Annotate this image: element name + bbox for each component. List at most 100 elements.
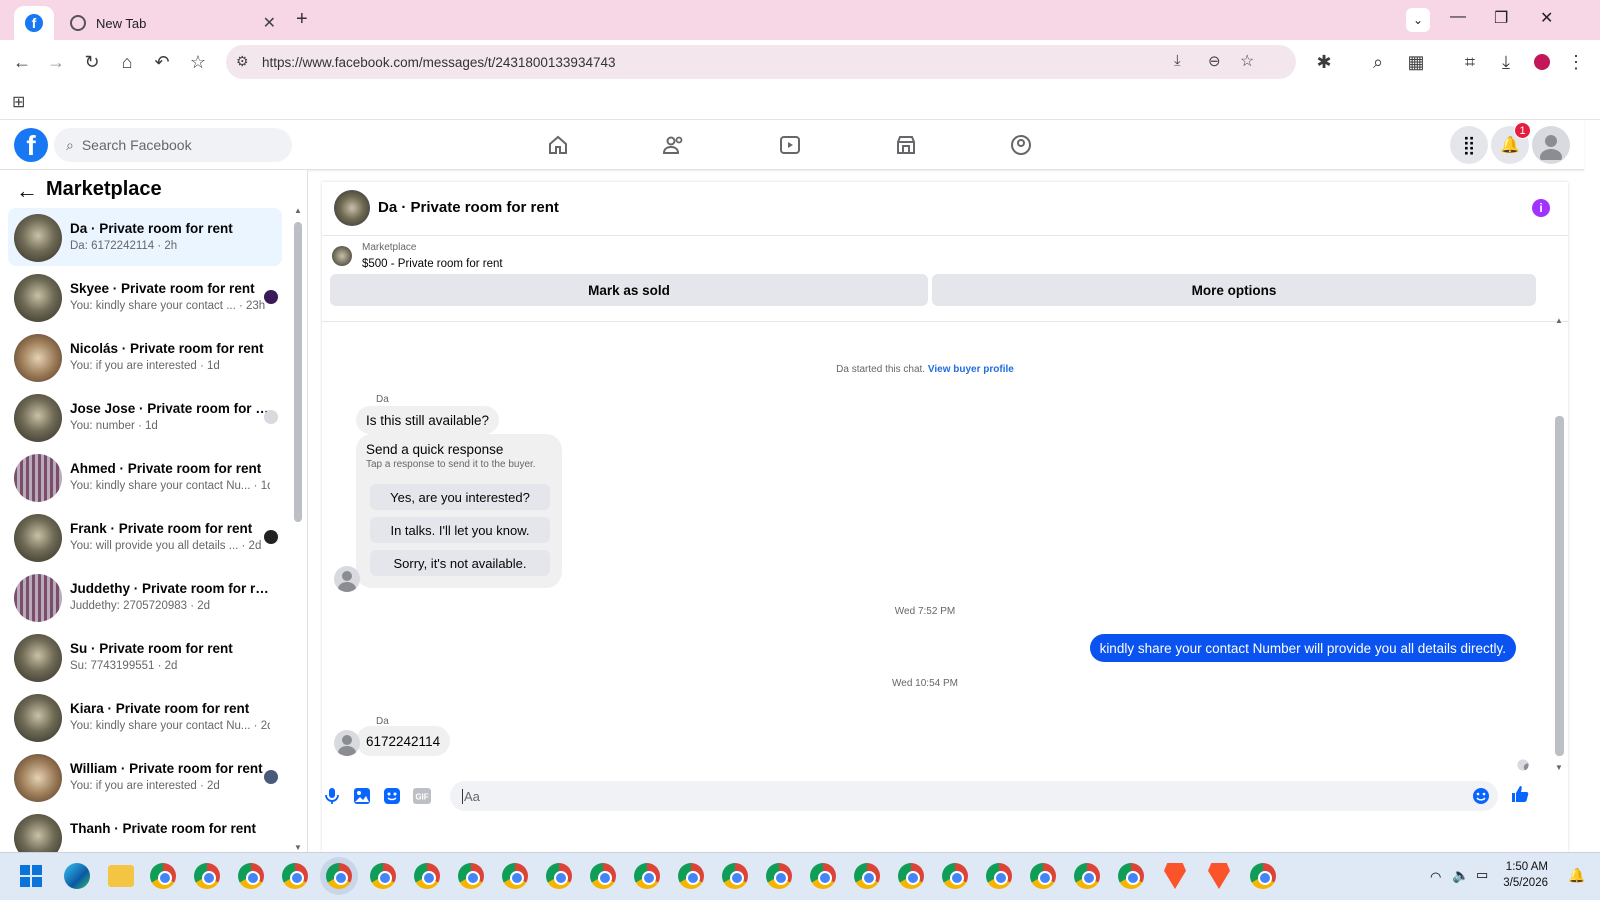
- tab-search-chevron-icon[interactable]: ⌄: [1406, 8, 1430, 32]
- star-icon[interactable]: ☆: [1240, 51, 1254, 71]
- conversation-item[interactable]: Frank · Private room for rent You: will …: [8, 508, 282, 566]
- chrome-icon[interactable]: [722, 863, 748, 889]
- crop-icon[interactable]: ⌗: [1458, 50, 1482, 74]
- qr-code-icon[interactable]: ▦: [1404, 50, 1428, 74]
- download-icon[interactable]: ⤓: [1494, 50, 1518, 74]
- scrollbar-thumb[interactable]: [1555, 416, 1564, 756]
- quick-response-option[interactable]: Yes, are you interested?: [370, 484, 550, 510]
- file-explorer-icon[interactable]: [108, 865, 134, 887]
- menu-grid-button[interactable]: ⣿: [1450, 126, 1488, 164]
- conversation-item[interactable]: Da · Private room for rent Da: 617224211…: [8, 208, 282, 266]
- marketplace-icon[interactable]: [891, 130, 921, 160]
- emoji-icon[interactable]: [1472, 787, 1490, 808]
- scroll-down-icon[interactable]: ▼: [1555, 763, 1563, 772]
- listing-title[interactable]: $500 - Private room for rent: [362, 258, 503, 270]
- chrome-icon[interactable]: [986, 863, 1012, 889]
- view-buyer-profile-link[interactable]: View buyer profile: [928, 364, 1014, 375]
- quick-response-option[interactable]: In talks. I'll let you know.: [370, 517, 550, 543]
- apps-grid-icon[interactable]: ⊞: [12, 92, 25, 112]
- info-icon[interactable]: i: [1532, 199, 1550, 217]
- scroll-up-icon[interactable]: ▲: [1555, 316, 1563, 325]
- zoom-icon[interactable]: ⊖: [1208, 52, 1221, 70]
- avatar[interactable]: [334, 190, 370, 226]
- install-app-icon[interactable]: ⤓: [1174, 52, 1181, 69]
- conversation-item[interactable]: Nicolás · Private room for rent You: if …: [8, 328, 282, 386]
- chrome-icon[interactable]: [326, 863, 352, 889]
- quick-response-option[interactable]: Sorry, it's not available.: [370, 550, 550, 576]
- microphone-icon[interactable]: [322, 786, 342, 806]
- chrome-icon[interactable]: [1250, 863, 1276, 889]
- brave-icon[interactable]: [1208, 863, 1230, 889]
- menu-icon[interactable]: ⋮: [1564, 50, 1588, 74]
- notifications-bell-icon[interactable]: 🔔: [1568, 867, 1585, 884]
- facebook-logo-icon[interactable]: f: [14, 128, 48, 162]
- chrome-icon[interactable]: [414, 863, 440, 889]
- chrome-icon[interactable]: [194, 863, 220, 889]
- extensions-icon[interactable]: ✱: [1312, 50, 1336, 74]
- chrome-icon[interactable]: [370, 863, 396, 889]
- sticker-icon[interactable]: [382, 786, 402, 806]
- chrome-icon[interactable]: [810, 863, 836, 889]
- conversation-item[interactable]: William · Private room for rent You: if …: [8, 748, 282, 806]
- volume-icon[interactable]: 🔈: [1452, 867, 1469, 884]
- undo-icon[interactable]: ↶: [150, 50, 174, 74]
- tab-new-tab[interactable]: New Tab ✕: [60, 6, 286, 40]
- conversation-item[interactable]: Thanh · Private room for rent: [8, 808, 282, 852]
- minimize-button[interactable]: —: [1450, 8, 1466, 26]
- chrome-icon[interactable]: [1118, 863, 1144, 889]
- reload-icon[interactable]: ↻: [80, 50, 104, 74]
- conversation-item[interactable]: Su · Private room for rent Su: 774319955…: [8, 628, 282, 686]
- chrome-icon[interactable]: [238, 863, 264, 889]
- wifi-icon[interactable]: ◠: [1430, 869, 1441, 885]
- account-avatar[interactable]: [1532, 126, 1570, 164]
- search-input[interactable]: ⌕ Search Facebook: [54, 128, 292, 162]
- sidebar-scrollbar[interactable]: ▲ ▼: [292, 206, 304, 852]
- chrome-icon[interactable]: [942, 863, 968, 889]
- chrome-icon[interactable]: [766, 863, 792, 889]
- close-window-button[interactable]: ✕: [1540, 8, 1553, 28]
- conversation-item[interactable]: Kiara · Private room for rent You: kindl…: [8, 688, 282, 746]
- profile-icon[interactable]: [1530, 50, 1554, 74]
- scroll-down-icon[interactable]: ▼: [294, 843, 302, 852]
- address-bar[interactable]: ⚙ https://www.facebook.com/messages/t/24…: [226, 45, 1296, 79]
- chrome-icon[interactable]: [678, 863, 704, 889]
- back-icon[interactable]: ←: [10, 50, 34, 74]
- site-info-icon[interactable]: ⚙: [236, 53, 249, 70]
- gif-icon[interactable]: GIF: [412, 786, 432, 806]
- chrome-icon[interactable]: [458, 863, 484, 889]
- new-tab-button[interactable]: +: [296, 8, 308, 31]
- windows-start-icon[interactable]: [20, 865, 42, 892]
- chrome-icon[interactable]: [150, 863, 176, 889]
- chrome-icon[interactable]: [854, 863, 880, 889]
- tab-facebook[interactable]: f: [14, 6, 54, 40]
- forward-icon[interactable]: →: [44, 50, 68, 74]
- conversation-item[interactable]: Jose Jose · Private room for r... You: n…: [8, 388, 282, 446]
- back-arrow-icon[interactable]: ←: [16, 178, 38, 204]
- close-tab-icon[interactable]: ✕: [263, 13, 276, 33]
- restore-button[interactable]: ❐: [1494, 8, 1508, 28]
- friends-icon[interactable]: [659, 130, 689, 160]
- home-icon[interactable]: [543, 130, 573, 160]
- chrome-icon[interactable]: [634, 863, 660, 889]
- more-options-button[interactable]: More options: [932, 274, 1536, 306]
- mark-as-sold-button[interactable]: Mark as sold: [330, 274, 928, 306]
- chat-scrollbar[interactable]: ▲ ▼: [1552, 316, 1566, 772]
- chrome-icon[interactable]: [502, 863, 528, 889]
- chrome-icon[interactable]: [1074, 863, 1100, 889]
- brave-icon[interactable]: [1164, 863, 1186, 889]
- chrome-icon[interactable]: [590, 863, 616, 889]
- search-icon[interactable]: ⌕: [1366, 50, 1390, 74]
- home-icon[interactable]: ⌂: [115, 50, 139, 74]
- chrome-icon[interactable]: [1030, 863, 1056, 889]
- conversation-item[interactable]: Skyee · Private room for rent You: kindl…: [8, 268, 282, 326]
- chrome-icon[interactable]: [546, 863, 572, 889]
- photo-icon[interactable]: [352, 786, 372, 806]
- scroll-up-icon[interactable]: ▲: [294, 206, 302, 215]
- video-icon[interactable]: [775, 130, 805, 160]
- message-input[interactable]: Aa: [450, 781, 1498, 811]
- conversation-item[interactable]: Ahmed · Private room for rent You: kindl…: [8, 448, 282, 506]
- chat-title[interactable]: Da · Private room for rent: [378, 199, 559, 216]
- bookmark-star-icon[interactable]: ☆: [186, 50, 210, 74]
- chrome-icon[interactable]: [898, 863, 924, 889]
- scrollbar-thumb[interactable]: [294, 222, 302, 522]
